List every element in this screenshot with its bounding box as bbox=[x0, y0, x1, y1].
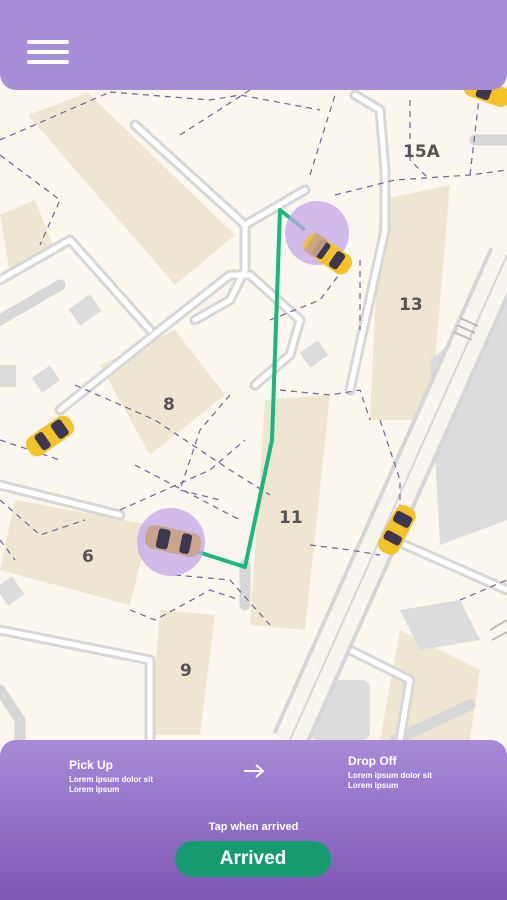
tap-hint: Tap when arrived bbox=[208, 821, 299, 833]
app-header bbox=[0, 0, 507, 90]
block-label-8: 8 bbox=[163, 395, 175, 415]
pickup-address-line2: Lorem ipsum bbox=[69, 785, 120, 794]
block-label-9: 9 bbox=[180, 661, 192, 681]
dropoff-address-line1: Lorem ipsum dolor sit bbox=[348, 771, 433, 780]
dropoff-section: Drop Off Lorem ipsum dolor sit Lorem ips… bbox=[348, 754, 432, 791]
block-label-15a: 15A bbox=[403, 142, 441, 162]
block-label-11: 11 bbox=[279, 508, 303, 528]
dropoff-address-line2: Lorem ipsum bbox=[348, 781, 399, 790]
pickup-section: Pick Up Lorem ipsum dolor sit Lorem ipsu… bbox=[69, 758, 153, 795]
hamburger-menu-icon[interactable] bbox=[27, 40, 69, 66]
pickup-title: Pick Up bbox=[69, 758, 114, 772]
block-label-6: 6 bbox=[82, 547, 94, 567]
trip-panel: Pick Up Lorem ipsum dolor sit Lorem ipsu… bbox=[0, 740, 507, 900]
arrow-right-icon bbox=[244, 764, 265, 778]
pickup-address-line1: Lorem ipsum dolor sit bbox=[69, 775, 154, 784]
arrived-button[interactable]: Arrived bbox=[175, 841, 331, 877]
dropoff-title: Drop Off bbox=[348, 754, 397, 768]
block-label-13: 13 bbox=[399, 295, 423, 315]
